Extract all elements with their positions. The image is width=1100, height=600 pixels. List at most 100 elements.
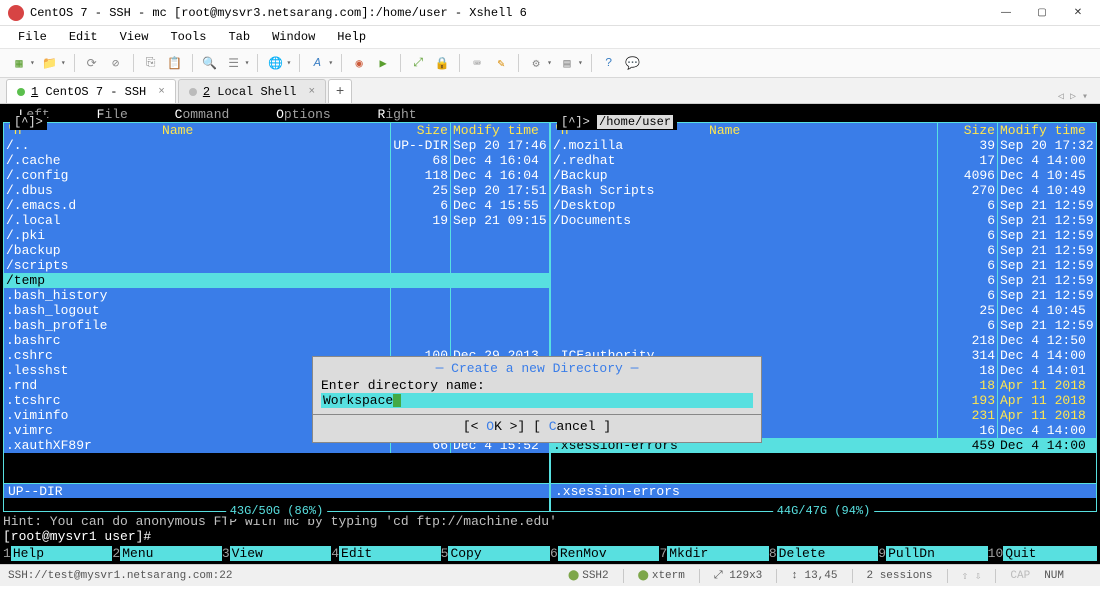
app-icon <box>8 5 24 21</box>
play-icon[interactable]: ▶ <box>372 52 394 74</box>
fkey-renmov[interactable]: 6RenMov <box>550 546 659 561</box>
fkey-view[interactable]: 3View <box>222 546 331 561</box>
fkey-edit[interactable]: 4Edit <box>331 546 440 561</box>
keyboard-icon[interactable]: ⌨ <box>466 52 488 74</box>
fkey-menu[interactable]: 2Menu <box>112 546 221 561</box>
globe-icon[interactable]: 🌐 <box>264 52 286 74</box>
file-row[interactable]: 6Sep 21 12:59 <box>551 243 1096 258</box>
reconnect-icon[interactable]: ⟳ <box>81 52 103 74</box>
mc-right-panel[interactable]: [^]> /home/user 'n Name Size Modify time… <box>550 122 1097 512</box>
tab-add-button[interactable]: + <box>328 79 352 103</box>
file-row[interactable]: /.config118Dec 4 16:04 <box>4 168 549 183</box>
file-row[interactable]: /backup <box>4 243 549 258</box>
ok-button[interactable]: [< OK >] <box>463 419 525 434</box>
fkey-delete[interactable]: 8Delete <box>769 546 878 561</box>
file-row[interactable]: 25Dec 4 10:45 <box>551 303 1096 318</box>
minimize-button[interactable]: — <box>988 1 1024 25</box>
file-row[interactable]: 218Dec 4 12:50 <box>551 333 1096 348</box>
file-row[interactable]: .bashrc <box>4 333 549 348</box>
panel-header: 'n Name Size Modify time <box>4 123 549 138</box>
cancel-button[interactable]: [ Cancel ] <box>533 419 611 434</box>
status-size: ⤢ 129x3 <box>714 570 762 582</box>
copy-icon[interactable]: ⎘ <box>140 52 162 74</box>
panel-footer: UP--DIR <box>4 483 549 498</box>
window-title: CentOS 7 - SSH - mc [root@mysvr3.netsara… <box>30 6 527 20</box>
session-tabs: 1 CentOS 7 - SSH × 2 Local Shell × + ◁ ▷… <box>0 78 1100 104</box>
menu-bar: File Edit View Tools Tab Window Help <box>0 26 1100 48</box>
terminal[interactable]: Left File Command Options Right [^]> 'n … <box>0 104 1100 564</box>
tab-close-icon[interactable]: × <box>308 86 315 98</box>
file-row[interactable]: .bash_profile <box>4 318 549 333</box>
tab-nav[interactable]: ◁ ▷ ▾ <box>1058 91 1094 103</box>
file-row[interactable]: .bash_history <box>4 288 549 303</box>
file-row[interactable]: 6Sep 21 12:59 <box>551 228 1096 243</box>
status-cap: CAP <box>1010 570 1030 582</box>
function-keys: 1Help2Menu3View4Edit5Copy6RenMov7Mkdir8D… <box>3 546 1097 561</box>
feedback-icon[interactable]: 💬 <box>622 52 644 74</box>
menu-help[interactable]: Help <box>327 28 376 46</box>
file-row[interactable]: /.redhat17Dec 4 14:00 <box>551 153 1096 168</box>
tunnel-icon[interactable]: ⚙ <box>525 52 547 74</box>
file-row[interactable]: /.emacs.d6Dec 4 15:55 <box>4 198 549 213</box>
status-term: ⬤xterm <box>638 570 685 582</box>
mc-menu: Left File Command Options Right <box>3 107 1097 122</box>
file-row[interactable]: /..UP--DIRSep 20 17:46 <box>4 138 549 153</box>
file-row[interactable]: /.cache68Dec 4 16:04 <box>4 153 549 168</box>
file-row[interactable]: /Desktop6Sep 21 12:59 <box>551 198 1096 213</box>
fkey-copy[interactable]: 5Copy <box>441 546 550 561</box>
tab-close-icon[interactable]: × <box>158 86 165 98</box>
file-row[interactable]: .bash_logout <box>4 303 549 318</box>
mc-left-panel[interactable]: [^]> 'n Name Size Modify time /..UP--DIR… <box>3 122 550 512</box>
shell-prompt[interactable]: [root@mysvr1 user]# <box>3 529 1097 544</box>
tab-session-1[interactable]: 1 CentOS 7 - SSH × <box>6 79 176 103</box>
menu-tab[interactable]: Tab <box>218 28 260 46</box>
fullscreen-icon[interactable]: ⤢ <box>407 52 429 74</box>
toolbar: ▦▾ 📁▾ ⟳ ⊘ ⎘ 📋 🔍 ☰▾ 🌐▾ A▾ ◉ ▶ ⤢ 🔒 ⌨ ✎ ⚙▾ … <box>0 48 1100 78</box>
file-row[interactable]: /.local19Sep 21 09:15 <box>4 213 549 228</box>
hint-line: Hint: You can do anonymous FTP with mc b… <box>3 514 1097 529</box>
font-icon[interactable]: A <box>306 52 328 74</box>
status-connection: SSH://test@mysvr1.netsarang.com:22 <box>8 570 232 582</box>
fkey-quit[interactable]: 10Quit <box>988 546 1097 561</box>
file-row[interactable]: 6Sep 21 12:59 <box>551 318 1096 333</box>
highlight-icon[interactable]: ✎ <box>490 52 512 74</box>
file-row[interactable]: /Documents6Sep 21 12:59 <box>551 213 1096 228</box>
close-button[interactable]: ✕ <box>1060 1 1096 25</box>
directory-name-input[interactable]: Workspace <box>321 393 753 408</box>
paste-icon[interactable]: 📋 <box>164 52 186 74</box>
status-num: NUM <box>1044 570 1064 582</box>
file-row[interactable]: /temp <box>4 273 549 288</box>
file-row[interactable]: 6Sep 21 12:59 <box>551 288 1096 303</box>
file-row[interactable]: /.pki <box>4 228 549 243</box>
panel-footer: .xsession-errors <box>551 483 1096 498</box>
tab-label: 2 Local Shell <box>203 85 297 99</box>
file-row[interactable]: /.dbus25Sep 20 17:51 <box>4 183 549 198</box>
open-folder-icon[interactable]: 📁 <box>39 52 61 74</box>
fkey-help[interactable]: 1Help <box>3 546 112 561</box>
menu-tools[interactable]: Tools <box>160 28 216 46</box>
properties-icon[interactable]: ☰ <box>223 52 245 74</box>
menu-file[interactable]: File <box>8 28 57 46</box>
lock-icon[interactable]: 🔒 <box>431 52 453 74</box>
file-row[interactable]: /.mozilla39Sep 20 17:32 <box>551 138 1096 153</box>
file-row[interactable]: /Bash Scripts270Dec 4 10:49 <box>551 183 1096 198</box>
create-directory-dialog: ─ Create a new Directory ─ Enter directo… <box>312 356 762 443</box>
file-row[interactable]: /Backup4096Dec 4 10:45 <box>551 168 1096 183</box>
menu-window[interactable]: Window <box>262 28 325 46</box>
fkey-mkdir[interactable]: 7Mkdir <box>659 546 768 561</box>
menu-edit[interactable]: Edit <box>59 28 108 46</box>
file-row[interactable]: 6Sep 21 12:59 <box>551 273 1096 288</box>
new-session-icon[interactable]: ▦ <box>8 52 30 74</box>
maximize-button[interactable]: ▢ <box>1024 1 1060 25</box>
search-icon[interactable]: 🔍 <box>199 52 221 74</box>
file-row[interactable]: /scripts <box>4 258 549 273</box>
layout-icon[interactable]: ▤ <box>556 52 578 74</box>
fkey-pulldn[interactable]: 9PullDn <box>878 546 987 561</box>
record-icon[interactable]: ◉ <box>348 52 370 74</box>
file-row[interactable]: 6Sep 21 12:59 <box>551 258 1096 273</box>
menu-view[interactable]: View <box>110 28 159 46</box>
disconnect-icon[interactable]: ⊘ <box>105 52 127 74</box>
help-icon[interactable]: ? <box>598 52 620 74</box>
status-dot-icon <box>189 88 197 96</box>
tab-session-2[interactable]: 2 Local Shell × <box>178 79 326 103</box>
